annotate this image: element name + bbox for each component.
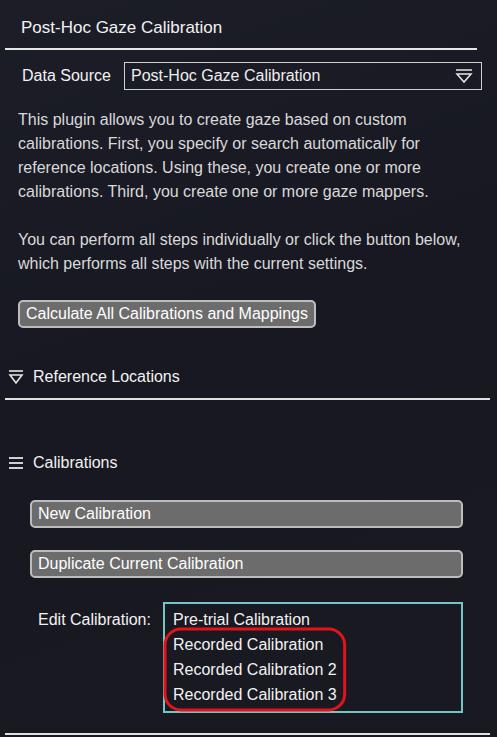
description-paragraph: You can perform all steps individually o…: [18, 228, 479, 276]
calibration-list[interactable]: Pre-trial CalibrationRecorded Calibratio…: [163, 602, 463, 713]
description: This plugin allows you to create gaze ba…: [0, 108, 497, 276]
section-body: New Calibration Duplicate Current Calibra…: [5, 484, 490, 733]
edit-calibration-label: Edit Calibration:: [38, 602, 163, 632]
data-source-dropdown[interactable]: Post-Hoc Gaze Calibration: [124, 62, 482, 90]
section-title: Calibrations: [33, 452, 117, 474]
data-source-label: Data Source: [22, 64, 124, 88]
calibration-button[interactable]: New Calibration: [30, 500, 463, 528]
calibration-option-label: Pre-trial Calibration: [173, 607, 310, 632]
calibration-option[interactable]: Recorded Calibration 3: [173, 682, 453, 707]
calibration-option[interactable]: Pre-trial Calibration: [173, 607, 453, 632]
section-header[interactable]: Reference Locations: [5, 362, 490, 398]
panel-title: Post-Hoc Gaze Calibration: [5, 0, 477, 50]
section-title: Reference Locations: [33, 366, 180, 388]
description-paragraph: This plugin allows you to create gaze ba…: [18, 108, 479, 204]
sidebar-panel: Post-Hoc Gaze Calibration Data Source Post…: [0, 0, 497, 737]
edit-calibration-row: Edit Calibration:Pre-trial CalibrationRe…: [30, 602, 463, 713]
data-source-value: Post-Hoc Gaze Calibration: [131, 64, 320, 88]
menu-section: Calibrations New Calibration Duplicate Cur…: [5, 448, 490, 735]
calibration-button[interactable]: Duplicate Current Calibration: [30, 550, 463, 578]
red-annotation-circle: [163, 627, 347, 712]
calibration-option[interactable]: Recorded Calibration 2: [173, 657, 453, 682]
calibration-option-label: Recorded Calibration 3: [173, 682, 337, 707]
data-source-row: Data Source Post-Hoc Gaze Calibration: [0, 62, 497, 90]
dropdown-arrow-icon: [453, 67, 475, 85]
section-header[interactable]: Calibrations: [5, 448, 490, 484]
expanded-menu-icon: [7, 455, 25, 471]
collapsed-triangle-icon: [7, 369, 25, 385]
calibration-option-label: Recorded Calibration 2: [173, 657, 337, 682]
calibration-option-label: Recorded Calibration: [173, 632, 323, 657]
calculate-all-button[interactable]: Calculate All Calibrations and Mappings: [18, 300, 316, 328]
menu-section: Reference Locations: [5, 362, 490, 400]
calibration-option[interactable]: Recorded Calibration: [173, 632, 453, 657]
